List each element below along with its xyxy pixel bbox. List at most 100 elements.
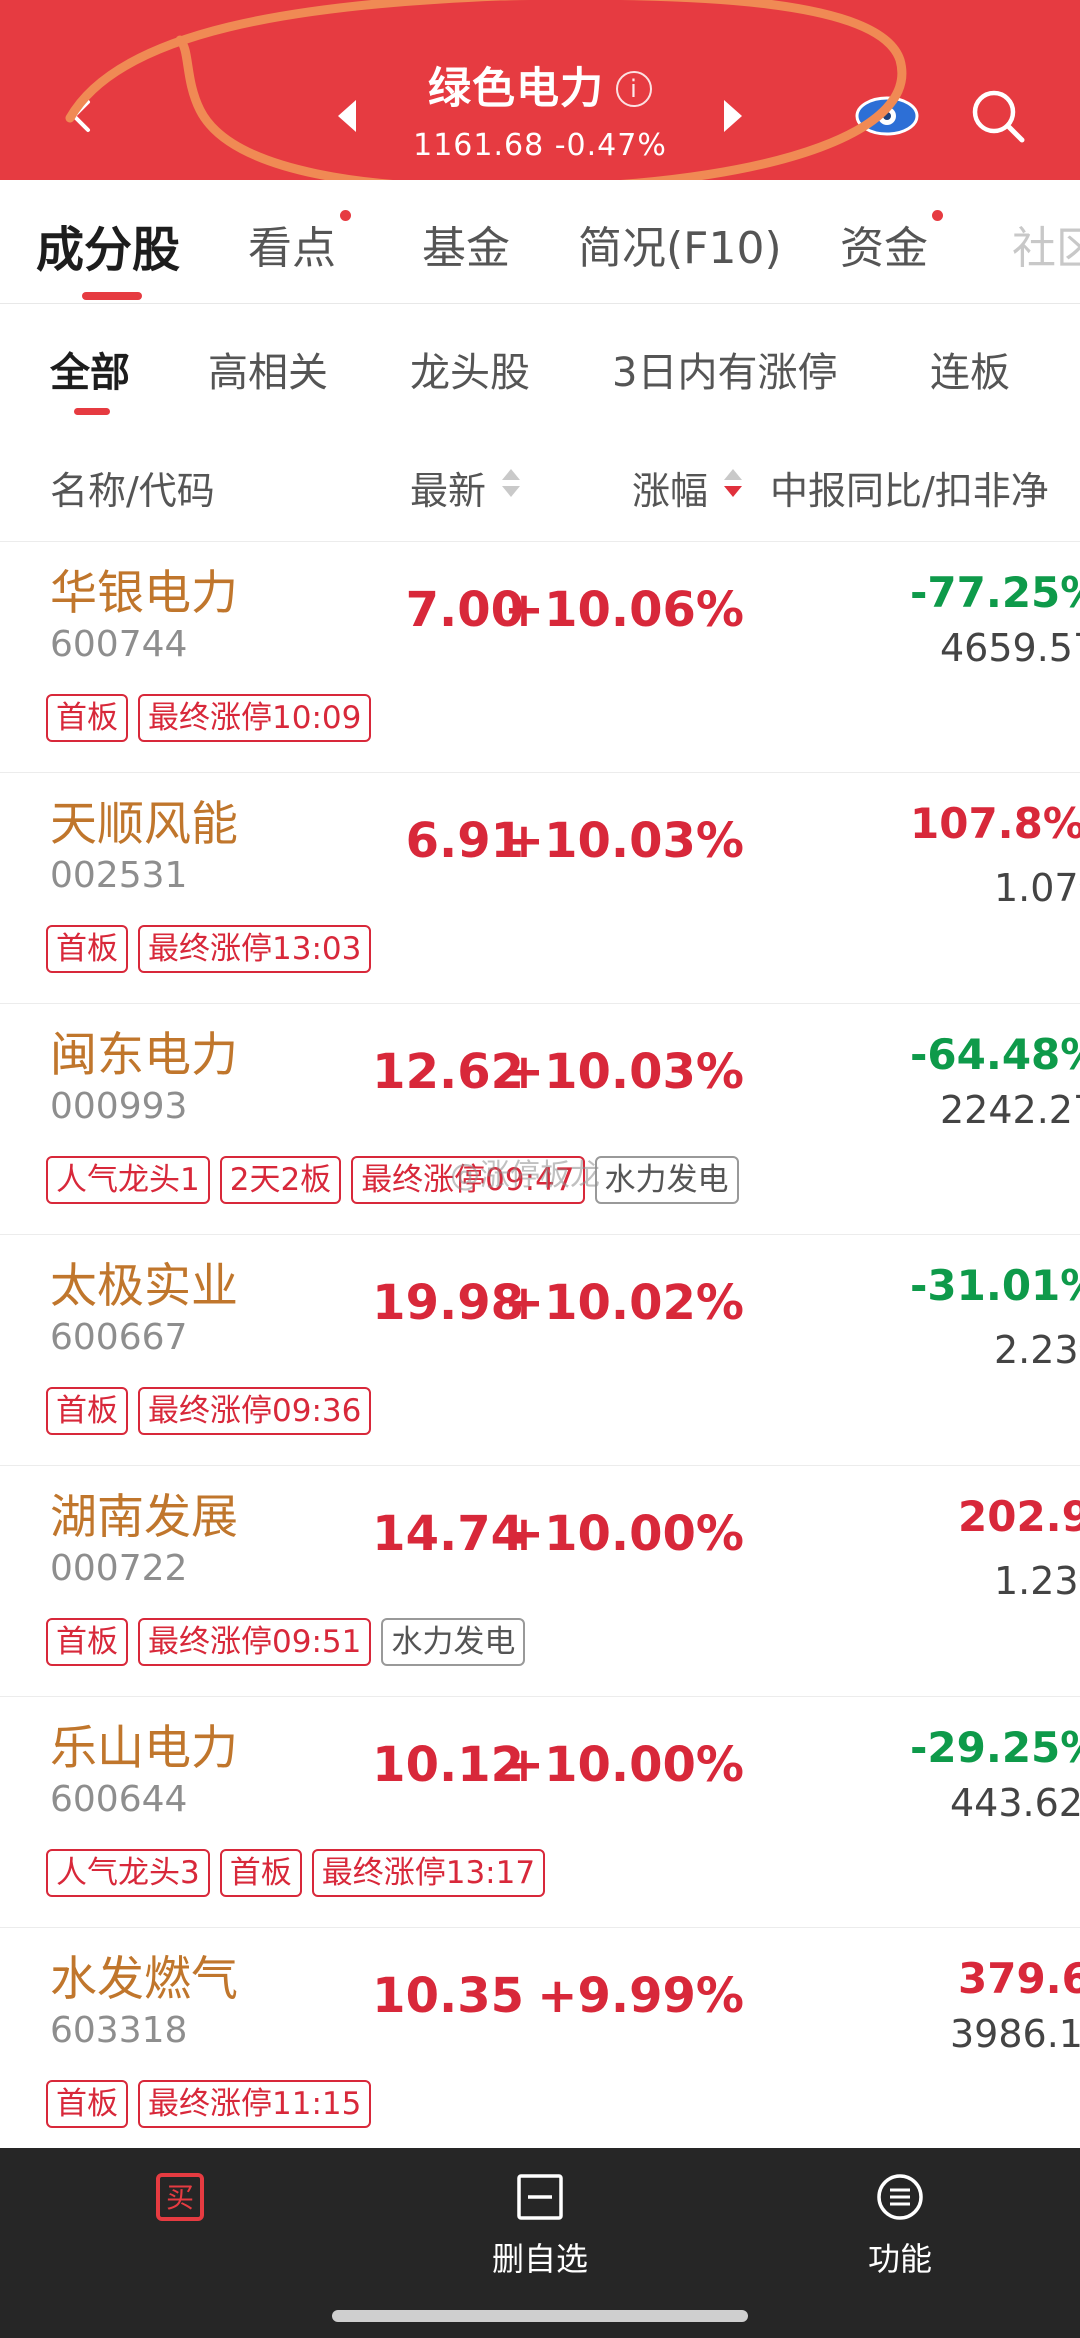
tag-popular-leader: 人气龙头3 <box>46 1849 210 1897</box>
filter-limit-up-3-days[interactable]: 3日内有涨停 <box>612 340 837 398</box>
stock-name: 水发燃气 <box>50 1952 238 2007</box>
stock-change: +9.99% <box>537 1968 744 2024</box>
stock-row[interactable]: 乐山电力 600644 10.12 +10.00% -29.25% 443.62… <box>0 1697 1080 1928</box>
stock-price: 12.62 <box>372 1044 524 1100</box>
stock-price: 10.35 <box>372 1968 524 2024</box>
tag-final-limit-time: 最终涨停13:17 <box>311 1849 546 1897</box>
assistant-eye-icon[interactable] <box>852 88 922 140</box>
remove-watchlist-label: 删自选 <box>491 2240 588 2278</box>
info-icon[interactable]: i <box>616 71 652 107</box>
stock-code: 600667 <box>50 1317 188 1358</box>
sector-title-block: 绿色电力 i 1161.68 -0.47% <box>380 54 700 163</box>
column-latest[interactable]: 最新 <box>410 460 486 515</box>
active-filter-indicator <box>74 408 110 415</box>
next-sector-icon[interactable] <box>716 96 750 136</box>
function-button[interactable]: 功能 <box>800 2172 1000 2280</box>
stock-yoy: -64.48% <box>910 1030 1080 1079</box>
stock-tags: 首板 最终涨停11:15 <box>46 2080 381 2132</box>
status-bar <box>0 0 1080 14</box>
stock-change: +10.02% <box>503 1275 744 1331</box>
tag-first-board: 首板 <box>46 694 128 742</box>
watermark: @涨停板龙 <box>450 1158 600 1193</box>
stock-name: 华银电力 <box>50 566 238 621</box>
main-tab-bar: 成分股 看点 基金 简况(F10) 资金 社区 <box>0 180 1080 304</box>
page: 绿色电力 i 1161.68 -0.47% 成分股 看点 基金 简况(F10) … <box>0 0 1080 2338</box>
stock-yoy: 379.6% <box>958 1954 1080 2003</box>
tab-community[interactable]: 社区 <box>1012 212 1080 276</box>
stock-name: 太极实业 <box>50 1259 238 1314</box>
stock-list: 华银电力 600744 7.00 +10.06% -77.25% 4659.57… <box>0 542 1080 2148</box>
tag-final-limit-time: 最终涨停09:51 <box>138 1618 372 1666</box>
stock-row[interactable]: 太极实业 600667 19.98 +10.02% -31.01% 2.23亿 … <box>0 1235 1080 1466</box>
sector-quote: 1161.68 -0.47% <box>380 128 700 163</box>
tag-first-board: 首板 <box>46 2080 128 2128</box>
filter-high-correlation[interactable]: 高相关 <box>208 340 328 398</box>
stock-name: 闽东电力 <box>50 1028 238 1083</box>
active-tab-indicator <box>82 292 142 300</box>
stock-code: 000722 <box>50 1548 188 1589</box>
stock-change: +10.00% <box>503 1737 744 1793</box>
menu-circle-icon <box>877 2174 923 2220</box>
sort-neutral-icon[interactable] <box>500 466 522 500</box>
stock-tags: 首板 最终涨停10:09 <box>46 694 381 746</box>
filter-tab-bar: 全部 高相关 龙头股 3日内有涨停 连板 <box>0 304 1080 422</box>
svg-text:买: 买 <box>166 2181 194 2214</box>
header-bar: 绿色电力 i 1161.68 -0.47% <box>0 0 1080 180</box>
stock-code: 600744 <box>50 624 188 665</box>
stock-row[interactable]: 天顺风能 002531 6.91 +10.03% 107.8% 1.07亿 首板… <box>0 773 1080 1004</box>
search-icon[interactable] <box>968 86 1028 146</box>
tag-final-limit-time: 最终涨停09:36 <box>138 1387 372 1435</box>
remove-watchlist-button[interactable]: 删自选 <box>440 2172 640 2280</box>
tag-final-limit-time: 最终涨停10:09 <box>138 694 372 742</box>
column-interim-report[interactable]: 中报同比/扣非净 <box>770 460 1049 515</box>
stock-yoy: -29.25% <box>910 1723 1080 1772</box>
stock-net-profit: 1.23亿 <box>994 1559 1080 1603</box>
filter-all[interactable]: 全部 <box>50 340 130 398</box>
stock-tags: 人气龙头3 首板 最终涨停13:17 <box>46 1849 555 1901</box>
stock-yoy: 202.9% <box>958 1492 1080 1541</box>
stock-change: +10.00% <box>503 1506 744 1562</box>
buy-icon: 买 <box>156 2173 204 2221</box>
stock-row[interactable]: 水发燃气 603318 10.35 +9.99% 379.6% 3986.17 … <box>0 1928 1080 2148</box>
tag-final-limit-time: 最终涨停13:03 <box>138 925 372 973</box>
tag-popular-leader: 人气龙头1 <box>46 1156 210 1204</box>
stock-name: 天顺风能 <box>50 797 238 852</box>
stock-code: 000993 <box>50 1086 188 1127</box>
tab-funds[interactable]: 基金 <box>422 212 510 276</box>
minus-box-icon <box>517 2174 563 2220</box>
stock-tags: 人气龙头1 2天2板 最终涨停09:47 水力发电 <box>46 1156 749 1208</box>
sector-index-change: -0.47% <box>554 128 667 163</box>
filter-consecutive-limit[interactable]: 连板 <box>930 340 1010 398</box>
column-name-code: 名称/代码 <box>50 469 215 513</box>
tab-f10-overview[interactable]: 简况(F10) <box>578 212 782 276</box>
stock-yoy: -77.25% <box>910 568 1080 617</box>
stock-tags: 首板 最终涨停09:51 水力发电 <box>46 1618 535 1670</box>
stock-row[interactable]: 湖南发展 000722 14.74 +10.00% 202.9% 1.23亿 首… <box>0 1466 1080 1697</box>
column-header-row: 名称/代码 最新 涨幅 中报同比/扣非净 <box>0 422 1080 542</box>
stock-name: 湖南发展 <box>50 1490 238 1545</box>
stock-net-profit: 3986.17 <box>950 2012 1080 2056</box>
stock-change: +10.03% <box>503 1044 744 1100</box>
stock-row[interactable]: 闽东电力 000993 12.62 +10.03% -64.48% 2242.2… <box>0 1004 1080 1235</box>
sort-descending-icon[interactable] <box>722 466 744 500</box>
tab-capital[interactable]: 资金 <box>840 212 928 276</box>
tab-highlights[interactable]: 看点 <box>248 212 336 276</box>
previous-sector-icon[interactable] <box>330 96 364 136</box>
stock-name: 乐山电力 <box>50 1721 238 1776</box>
filter-leaders[interactable]: 龙头股 <box>410 340 530 398</box>
stock-net-profit: 2242.27 <box>940 1088 1080 1132</box>
column-change[interactable]: 涨幅 <box>632 460 708 515</box>
stock-net-profit: 4659.57 <box>940 626 1080 670</box>
tab-constituents[interactable]: 成分股 <box>36 210 180 280</box>
stock-yoy: 107.8% <box>910 799 1080 848</box>
stock-net-profit: 2.23亿 <box>994 1328 1080 1372</box>
sector-title: 绿色电力 <box>428 64 604 114</box>
tag-first-board: 首板 <box>46 1387 128 1435</box>
stock-code: 603318 <box>50 2010 188 2051</box>
buy-button[interactable]: 买 <box>80 2172 280 2226</box>
tab-highlights-dot <box>340 210 351 221</box>
back-icon[interactable] <box>62 96 102 136</box>
home-indicator[interactable] <box>332 2310 748 2322</box>
stock-row[interactable]: 华银电力 600744 7.00 +10.06% -77.25% 4659.57… <box>0 542 1080 773</box>
tag-final-limit-time: 最终涨停11:15 <box>138 2080 372 2128</box>
